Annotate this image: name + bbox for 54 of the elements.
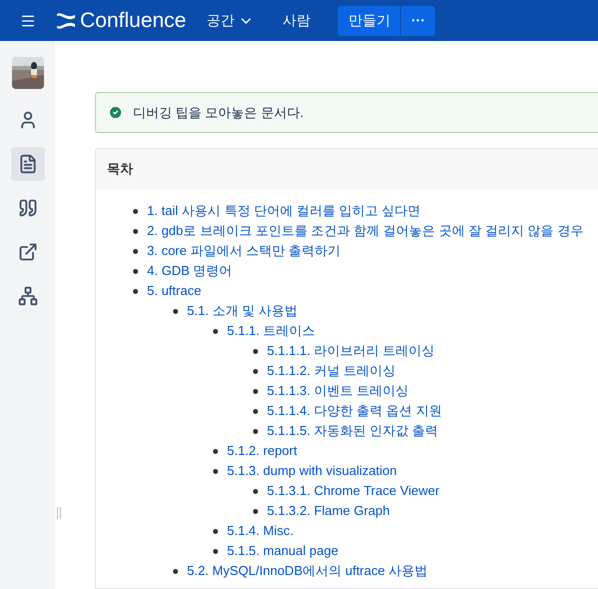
toc-link[interactable]: 5.2. MySQL/InnoDB에서의 uftrace 사용법 <box>187 561 428 581</box>
toc-link[interactable]: 5.1.3.1. Chrome Trace Viewer <box>267 481 440 501</box>
toc-title: 목차 <box>107 160 133 178</box>
toc-link[interactable]: 5.1.1.5. 자동화된 인자값 출력 <box>267 421 438 441</box>
toc-link[interactable]: 5.1.3.2. Flame Graph <box>267 501 390 521</box>
toc-link[interactable]: 5.1.3. dump with visualization <box>227 461 397 481</box>
toc-link[interactable]: 3. core 파일에서 스택만 출력하기 <box>147 241 341 261</box>
more-button[interactable]: ··· <box>401 6 436 36</box>
bullet-icon <box>253 348 258 354</box>
quote-icon <box>18 198 38 218</box>
create-button[interactable]: 만들기 <box>338 6 402 36</box>
check-circle-icon <box>108 105 123 120</box>
logo-icon <box>56 12 76 28</box>
toc-link[interactable]: 5.1.5. manual page <box>227 541 338 561</box>
toc-link[interactable]: 5.1.2. report <box>227 441 298 461</box>
toc-link[interactable]: 5. uftrace <box>147 281 202 301</box>
toc-link[interactable]: 5.1.1.4. 다양한 출력 옵션 지원 <box>267 401 442 421</box>
nav-menu[interactable]: 공간 <box>206 10 254 31</box>
external-link-icon <box>18 242 38 262</box>
bullet-icon <box>253 428 258 434</box>
bullet-icon <box>213 528 218 534</box>
bullet-icon <box>133 288 138 294</box>
sidebar-nav-button[interactable] <box>10 147 44 181</box>
bullet-icon <box>133 268 138 274</box>
bullet-icon <box>133 248 138 254</box>
toc-link[interactable]: 1. tail 사용시 특정 단어에 컬러를 입히고 싶다면 <box>147 201 421 221</box>
toc-link[interactable]: 5.1. 소개 및 사용법 <box>187 301 298 321</box>
toc-link[interactable]: 2. gdb로 브레이크 포인트를 조건과 함께 걸어놓은 곳에 잘 걸리지 않을 경우 <box>147 221 584 241</box>
bullet-icon <box>173 568 178 574</box>
resize-handle-icon[interactable] <box>57 507 61 519</box>
bullet-icon <box>133 228 138 234</box>
toc-link[interactable]: 5.1.1.1. 라이브러리 트레이싱 <box>267 341 435 361</box>
bullet-icon <box>213 328 218 334</box>
bullet-icon <box>253 368 258 374</box>
bullet-icon <box>213 548 218 554</box>
hierarchy-icon <box>18 286 38 306</box>
toc-link[interactable]: 5.1.4. Misc. <box>227 521 294 541</box>
toc-link[interactable]: 5.1.1.3. 이벤트 트레이싱 <box>267 381 409 401</box>
document-icon <box>18 154 38 174</box>
toc-link[interactable]: 5.1.1. 트레이스 <box>227 321 316 341</box>
toc-link[interactable]: 5.1.1.2. 커널 트레이싱 <box>267 361 396 381</box>
bullet-icon <box>173 308 178 314</box>
bullet-icon <box>133 208 138 214</box>
bullet-icon <box>253 508 258 514</box>
bullet-icon <box>253 408 258 414</box>
menu-icon[interactable] <box>20 12 36 28</box>
bullet-icon <box>253 488 258 494</box>
bullet-icon <box>213 448 218 454</box>
app-logo-text: Confluence <box>80 8 186 34</box>
nav-menu[interactable]: 사람 <box>282 10 310 31</box>
toc-link[interactable]: 4. GDB 명령어 <box>147 261 232 281</box>
info-message: 디버깅 팁을 모아놓은 문서다. <box>133 104 304 122</box>
bullet-icon <box>213 468 218 474</box>
bullet-icon <box>253 388 258 394</box>
